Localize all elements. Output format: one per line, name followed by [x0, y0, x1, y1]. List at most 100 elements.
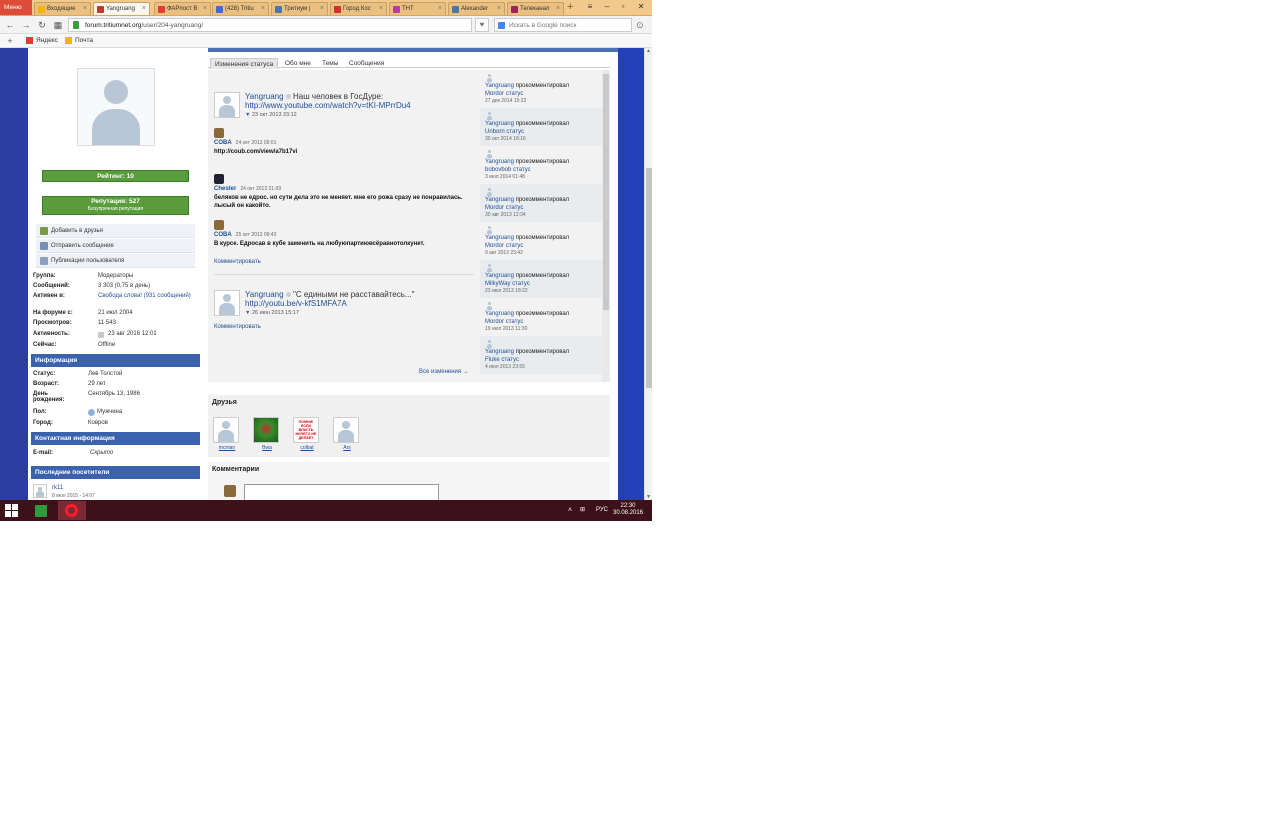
close-tab-icon[interactable]: × — [261, 3, 265, 15]
tab-about-me[interactable]: Обо мне — [281, 58, 315, 69]
forward-icon[interactable]: → — [20, 18, 32, 32]
close-tab-icon[interactable]: × — [438, 3, 442, 15]
taskbar-store-app[interactable] — [27, 501, 55, 520]
friend-avatar[interactable] — [213, 417, 239, 443]
friend-avatar-poster[interactable]: ПОМНИ! ЕСЛИ ВЛАСТЬ НИЧЕГО НЕ ДЕЛАЕТ — [293, 417, 319, 443]
new-tab-button[interactable]: + — [567, 1, 573, 14]
bookmark-yandex[interactable]: Яндекс — [26, 34, 58, 48]
browser-tab[interactable]: Yangruang × — [93, 2, 150, 15]
activity-user-link[interactable]: Yangruang — [485, 235, 514, 241]
friend-card[interactable]: Bwa — [252, 417, 280, 453]
add-friend-button[interactable]: Добавить в друзья — [36, 224, 195, 238]
browser-tab[interactable]: Alexander × — [448, 2, 505, 15]
owl-avatar-icon[interactable] — [214, 220, 224, 230]
downloads-icon[interactable]: ⊙ — [636, 19, 644, 31]
activity-avatar[interactable] — [485, 339, 494, 348]
activity-status-link[interactable]: статус — [506, 91, 524, 97]
browser-tab[interactable]: ФАРпост В × — [154, 2, 211, 15]
reputation-bar[interactable]: Репутация: 527 Безупречная репутация — [42, 196, 189, 215]
comment-link[interactable]: Комментировать — [214, 259, 261, 265]
close-window-icon[interactable]: ✕ — [634, 0, 648, 14]
scroll-up-icon[interactable]: ▲ — [646, 48, 651, 54]
activity-avatar[interactable] — [485, 111, 494, 120]
post-author-link[interactable]: Yangruang — [245, 290, 284, 299]
user-posts-button[interactable]: Публикации пользователя — [36, 254, 195, 268]
friend-name-link[interactable]: colbat — [292, 445, 322, 451]
browser-tab[interactable]: Входящие × — [34, 2, 91, 15]
activity-avatar[interactable] — [485, 263, 494, 272]
comment-author-link[interactable]: COBA — [214, 232, 232, 238]
activity-avatar[interactable] — [485, 225, 494, 234]
activity-avatar[interactable] — [485, 73, 494, 82]
browser-menu-button[interactable]: Меню — [0, 0, 32, 15]
activity-user-link[interactable]: Yangruang — [485, 273, 514, 279]
activity-target-link[interactable]: bobovbob — [485, 167, 511, 173]
post-link[interactable]: http://www.youtube.com/watch?v=tKI-MPrrD… — [245, 101, 411, 110]
close-tab-icon[interactable]: × — [320, 3, 324, 15]
tab-topics[interactable]: Темы — [318, 58, 342, 69]
activity-scrollbar[interactable] — [602, 70, 610, 382]
network-icon[interactable]: ⊞ — [580, 503, 585, 518]
activity-avatar[interactable] — [485, 301, 494, 310]
tab-list-icon[interactable]: ≡ — [583, 0, 597, 14]
activity-status-link[interactable]: статус — [512, 281, 530, 287]
close-tab-icon[interactable]: × — [203, 3, 207, 15]
visitor-avatar[interactable] — [33, 484, 47, 498]
activity-user-link[interactable]: Yangruang — [485, 121, 514, 127]
activity-status-link[interactable]: статус — [506, 243, 524, 249]
activity-status-link[interactable]: статус — [501, 357, 519, 363]
activity-target-link[interactable]: Unborn — [485, 129, 505, 135]
tab-posts[interactable]: Сообщения — [345, 58, 388, 69]
activity-user-link[interactable]: Yangruang — [485, 197, 514, 203]
scrollbar-thumb[interactable] — [646, 168, 652, 388]
tray-expand-icon[interactable]: ˄ — [568, 503, 572, 518]
activity-user-link[interactable]: Yangruang — [485, 349, 514, 355]
activity-status-link[interactable]: статус — [506, 205, 524, 211]
activity-status-link[interactable]: статус — [506, 319, 524, 325]
back-icon[interactable]: ← — [4, 18, 16, 32]
active-forum-link[interactable]: Свобода слова! (931 сообщений) — [98, 293, 198, 299]
activity-target-link[interactable]: Mordor — [485, 243, 504, 249]
close-tab-icon[interactable]: × — [379, 3, 383, 15]
speed-dial-icon[interactable]: ▦ — [52, 18, 64, 32]
friend-card[interactable]: mcman — [212, 417, 240, 453]
activity-target-link[interactable]: MilkyWay — [485, 281, 510, 287]
bookmark-heart-icon[interactable]: ♥ — [475, 18, 489, 32]
friend-card[interactable]: ПОМНИ! ЕСЛИ ВЛАСТЬ НИЧЕГО НЕ ДЕЛАЕТ colb… — [292, 417, 320, 453]
friend-avatar[interactable] — [253, 417, 279, 443]
browser-tab[interactable]: (428) Tritiu × — [212, 2, 269, 15]
friend-name-link[interactable]: mcman — [212, 445, 242, 451]
activity-avatar[interactable] — [485, 149, 494, 158]
activity-target-link[interactable]: Mordor — [485, 91, 504, 97]
friend-avatar[interactable] — [333, 417, 359, 443]
friend-name-link[interactable]: Bwa — [252, 445, 282, 451]
page-scrollbar[interactable]: ▲ ▼ — [644, 48, 652, 500]
friend-name-link[interactable]: Ars — [332, 445, 362, 451]
send-message-button[interactable]: Отправить сообщение — [36, 239, 195, 253]
comment-link[interactable]: Комментировать — [214, 324, 261, 330]
friend-card[interactable]: Ars — [332, 417, 360, 453]
visitor-name-link[interactable]: rk11 — [52, 485, 63, 491]
browser-tab[interactable]: Город Кос × — [330, 2, 387, 15]
post-link[interactable]: http://youtu.be/v-kfS1MFA7A — [245, 299, 347, 308]
post-author-link[interactable]: Yangruang — [245, 92, 284, 101]
url-field[interactable]: forum.tritiumnet.org/user/204-yangruang/ — [68, 18, 472, 32]
activity-user-link[interactable]: Yangruang — [485, 311, 514, 317]
activity-user-link[interactable]: Yangruang — [485, 83, 514, 89]
search-input[interactable]: Искать в Google поиск — [494, 18, 632, 32]
activity-target-link[interactable]: Fluke — [485, 357, 500, 363]
windows-start-icon[interactable] — [5, 504, 18, 517]
close-tab-icon[interactable]: × — [497, 3, 501, 15]
activity-target-link[interactable]: Mordor — [485, 205, 504, 211]
comment-input[interactable] — [244, 484, 439, 500]
activity-avatar[interactable] — [485, 187, 494, 196]
tab-status-changes[interactable]: Изменения статуса — [210, 58, 279, 69]
all-changes-link[interactable]: Все изменения → — [419, 369, 469, 375]
activity-target-link[interactable]: Mordor — [485, 319, 504, 325]
language-indicator[interactable]: РУС — [596, 503, 608, 518]
close-tab-icon[interactable]: × — [83, 3, 87, 15]
clock[interactable]: 22:30 30.08.2016 — [612, 503, 644, 517]
browser-tab[interactable]: Телеканал × — [507, 2, 564, 15]
activity-user-link[interactable]: Yangruang — [485, 159, 514, 165]
activity-status-link[interactable]: статус — [506, 129, 524, 135]
